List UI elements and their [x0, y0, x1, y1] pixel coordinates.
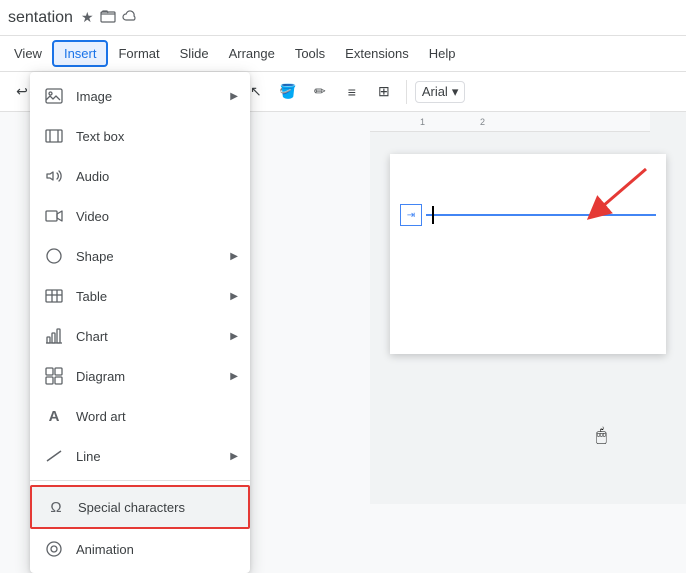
- wordart-label: Word art: [76, 409, 238, 424]
- menu-extensions[interactable]: Extensions: [335, 42, 419, 65]
- slide-area: 1 2 ⇥: [370, 112, 686, 504]
- menu-item-audio[interactable]: Audio: [30, 156, 250, 196]
- menu-item-video[interactable]: Video: [30, 196, 250, 236]
- line-label: Line: [76, 449, 230, 464]
- diagram-arrow: ▶: [230, 371, 238, 382]
- chart-arrow: ▶: [230, 331, 238, 342]
- toolbar-sep3: [406, 80, 407, 104]
- menu-item-line[interactable]: Line ▶: [30, 436, 250, 476]
- star-icon[interactable]: ★: [81, 9, 94, 26]
- font-arrow-icon: ▾: [452, 84, 459, 100]
- menu-arrange[interactable]: Arrange: [219, 42, 285, 65]
- menu-item-image[interactable]: Image ▶: [30, 76, 250, 116]
- align-tool[interactable]: ≡: [338, 78, 366, 106]
- table-tool[interactable]: ⊞: [370, 78, 398, 106]
- specialchars-label: Special characters: [78, 500, 236, 515]
- animation-label: Animation: [76, 542, 238, 557]
- title-bar: sentation ★: [0, 0, 686, 36]
- ruler-mark-2: 2: [480, 117, 485, 127]
- title-text: sentation: [8, 9, 73, 27]
- folder-icon[interactable]: [100, 8, 116, 27]
- audio-icon: [42, 164, 66, 188]
- line-arrow: ▶: [230, 451, 238, 462]
- image-arrow: ▶: [230, 91, 238, 102]
- animation-icon: [42, 537, 66, 561]
- ruler: 1 2: [370, 112, 650, 132]
- textbox-handle-icon: ⇥: [400, 204, 422, 226]
- menu-item-wordart[interactable]: A Word art: [30, 396, 250, 436]
- mouse-cursor: 🖱: [596, 425, 607, 446]
- chart-label: Chart: [76, 329, 230, 344]
- image-icon: [42, 84, 66, 108]
- menu-view[interactable]: View: [4, 42, 52, 65]
- font-selector[interactable]: Arial ▾: [415, 81, 466, 103]
- slide-canvas: ⇥: [390, 154, 666, 354]
- pen-tool[interactable]: ✏: [306, 78, 334, 106]
- menu-bar: View Insert Format Slide Arrange Tools E…: [0, 36, 686, 72]
- red-arrow-svg: [566, 164, 656, 224]
- line-icon: [42, 444, 66, 468]
- shape-icon: [42, 244, 66, 268]
- diagram-icon: [42, 364, 66, 388]
- cloud-icon[interactable]: [122, 8, 138, 27]
- menu-tools[interactable]: Tools: [285, 42, 335, 65]
- diagram-label: Diagram: [76, 369, 230, 384]
- text-cursor: [432, 206, 434, 224]
- menu-item-diagram[interactable]: Diagram ▶: [30, 356, 250, 396]
- menu-help[interactable]: Help: [419, 42, 466, 65]
- menu-item-specialchars[interactable]: Ω Special characters: [30, 485, 250, 529]
- menu-slide[interactable]: Slide: [170, 42, 219, 65]
- insert-dropdown: Image ▶ Text box Audio: [30, 72, 250, 573]
- menu-item-textbox[interactable]: Text box: [30, 116, 250, 156]
- dropdown-divider: [30, 480, 250, 481]
- menu-format[interactable]: Format: [108, 42, 169, 65]
- wordart-icon: A: [42, 404, 66, 428]
- shape-label: Shape: [76, 249, 230, 264]
- table-icon: [42, 284, 66, 308]
- menu-insert[interactable]: Insert: [52, 40, 109, 67]
- ruler-mark-1: 1: [420, 117, 425, 127]
- menu-item-table[interactable]: Table ▶: [30, 276, 250, 316]
- menu-item-shape[interactable]: Shape ▶: [30, 236, 250, 276]
- textbox-label: Text box: [76, 129, 238, 144]
- menu-item-chart[interactable]: Chart ▶: [30, 316, 250, 356]
- textbox-icon: [42, 124, 66, 148]
- chart-icon: [42, 324, 66, 348]
- menu-item-animation[interactable]: Animation: [30, 529, 250, 569]
- image-label: Image: [76, 89, 230, 104]
- paint-bucket[interactable]: 🪣: [274, 78, 302, 106]
- video-label: Video: [76, 209, 238, 224]
- audio-label: Audio: [76, 169, 238, 184]
- shape-arrow: ▶: [230, 251, 238, 262]
- video-icon: [42, 204, 66, 228]
- table-arrow: ▶: [230, 291, 238, 302]
- font-name: Arial: [422, 84, 448, 99]
- specialchars-icon: Ω: [44, 495, 68, 519]
- table-label: Table: [76, 289, 230, 304]
